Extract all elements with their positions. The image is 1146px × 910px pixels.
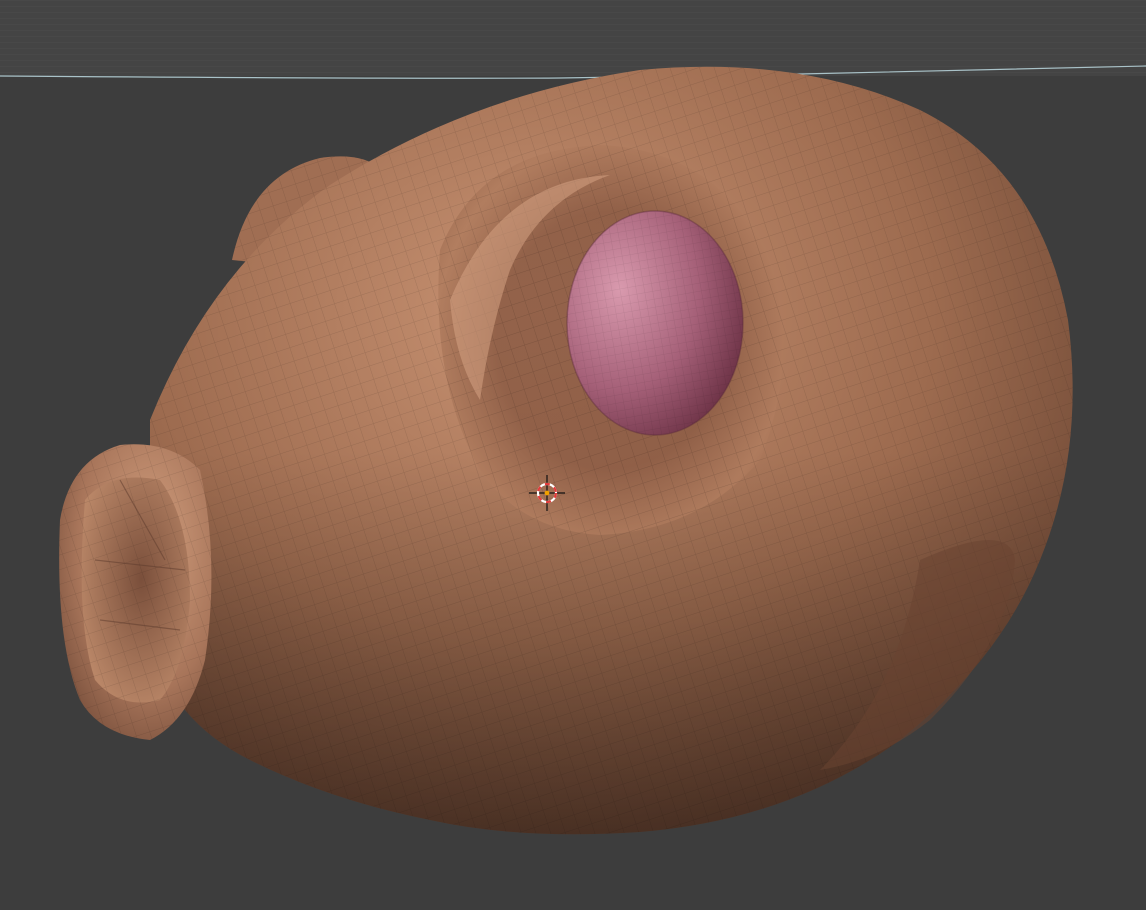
eyeball[interactable]: [566, 210, 744, 436]
viewport-canvas[interactable]: [0, 0, 1146, 910]
grid-floor-lines: [0, 0, 1146, 76]
snout[interactable]: [59, 444, 212, 740]
3d-viewport[interactable]: [0, 0, 1146, 910]
